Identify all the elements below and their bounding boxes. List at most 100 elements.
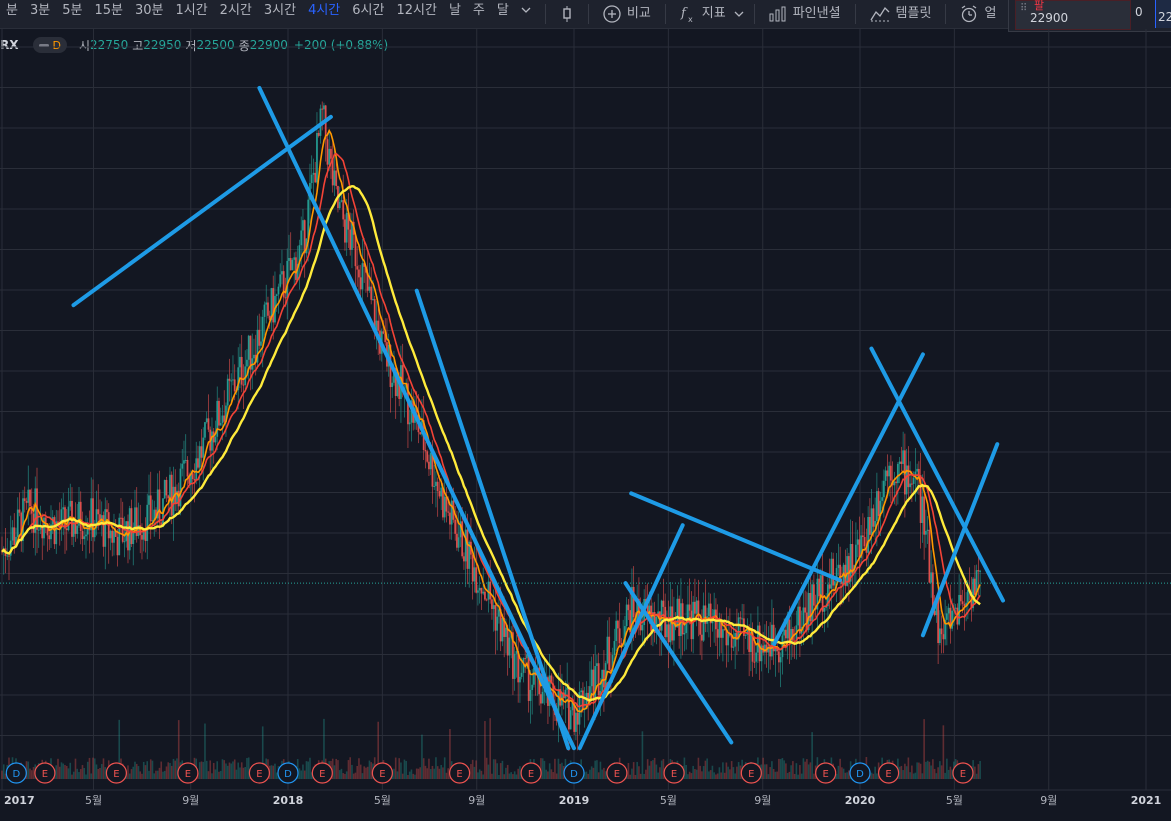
volume-bar — [302, 764, 304, 779]
volume-bar — [713, 772, 715, 779]
candle-body — [113, 531, 115, 543]
spread-value: 0 — [1135, 5, 1143, 19]
alert-button[interactable]: 얼 — [954, 0, 1002, 28]
candle-body — [958, 594, 961, 625]
candle-body — [232, 379, 234, 381]
timeframe-1[interactable]: 3분 — [24, 0, 56, 28]
trendline — [257, 85, 576, 751]
volume-bar — [410, 769, 413, 779]
timeframe-0[interactable]: 분 — [0, 0, 24, 28]
volume-bar — [205, 760, 208, 779]
volume-bar — [95, 764, 98, 779]
timeframe-12[interactable]: 주 — [467, 0, 491, 28]
volume-bar — [939, 761, 941, 779]
candle-body — [531, 684, 534, 690]
templates-button[interactable]: 템플릿 — [864, 0, 938, 28]
volume-bar — [274, 763, 276, 779]
volume-bar — [83, 767, 86, 779]
volume-bar — [804, 761, 806, 779]
candle-body — [942, 634, 945, 640]
chart-type-button[interactable] — [554, 0, 580, 28]
candle-body — [916, 468, 919, 472]
candle-body — [433, 485, 436, 487]
candle-body — [81, 530, 84, 540]
candle-body — [485, 599, 488, 601]
volume-bar — [335, 758, 338, 779]
candle-body — [868, 516, 871, 535]
indicators-button[interactable]: fx 지표 — [674, 0, 732, 28]
timeframe-6[interactable]: 2시간 — [214, 0, 258, 28]
volume-bar — [433, 768, 435, 779]
volume-bar — [846, 772, 848, 779]
volume-bar — [604, 771, 607, 779]
candle-body — [797, 606, 800, 626]
chevron-down-icon — [734, 11, 744, 17]
volume-bar — [512, 774, 514, 779]
candle-body — [331, 158, 334, 186]
time-axis-label: 5월 — [374, 794, 391, 807]
drag-handle-icon[interactable]: ⠿ — [1020, 4, 1027, 14]
candle-body — [200, 446, 203, 458]
candle-body — [39, 527, 42, 530]
candle-body — [540, 694, 542, 704]
candle-body — [828, 584, 831, 589]
candle-body — [680, 603, 682, 636]
volume-bar — [419, 767, 421, 779]
timeframe-13[interactable]: 달 — [491, 0, 515, 28]
timeframe-9[interactable]: 6시간 — [346, 0, 390, 28]
volume-bar — [1, 770, 3, 779]
candle-body — [219, 423, 222, 426]
price-chart[interactable]: D E E E E D E E E E D E E E E D E E 2017 5월 9월 2018 5월 9월 2019 5월… — [0, 29, 1171, 821]
candle-body — [351, 221, 353, 250]
volume-bar — [603, 767, 605, 779]
timeframe-7[interactable]: 3시간 — [258, 0, 302, 28]
volume-bar — [198, 762, 201, 779]
pine-button[interactable]: 파인낸셜 — [763, 0, 847, 28]
candle-body — [473, 567, 476, 582]
indicators-dropdown[interactable] — [732, 0, 746, 28]
volume-bar — [587, 773, 589, 779]
sell-quote-button[interactable]: ⠿ 팔 22900 — [1015, 0, 1131, 30]
timeframe-dropdown[interactable] — [515, 0, 537, 28]
candle-body — [777, 651, 780, 663]
timeframe-8[interactable]: 4시간 — [302, 0, 346, 28]
volume-bar — [907, 757, 910, 779]
candle-body — [954, 607, 957, 609]
volume-bar — [76, 768, 79, 779]
volume-bar — [349, 757, 352, 779]
candle-body — [41, 527, 44, 539]
volume-bar — [722, 762, 724, 779]
candle-body — [739, 617, 742, 619]
volume-bar — [78, 772, 80, 779]
candle-body — [148, 495, 150, 505]
candle-body — [424, 449, 427, 452]
timeframe-11[interactable]: 날 — [443, 0, 467, 28]
volume-bar — [876, 773, 878, 779]
volume-bar — [921, 773, 924, 779]
candle-body — [863, 536, 866, 547]
candle-body — [198, 446, 201, 468]
timeframe-5[interactable]: 1시간 — [169, 0, 213, 28]
timeframe-2[interactable]: 5분 — [56, 0, 88, 28]
candle-body — [97, 509, 100, 515]
volume-bar — [226, 765, 229, 779]
volume-bar — [904, 763, 906, 779]
candle-body — [596, 663, 598, 667]
candle-body — [568, 687, 570, 730]
candle-body — [286, 260, 289, 299]
candle-body — [734, 633, 737, 647]
candle-body — [945, 613, 948, 620]
timeframe-10[interactable]: 12시간 — [390, 0, 442, 28]
candle-body — [898, 461, 901, 464]
volume-bar — [396, 771, 399, 779]
timeframe-4[interactable]: 30분 — [129, 0, 170, 28]
volume-bar — [72, 771, 75, 779]
candle-body — [419, 432, 422, 435]
timeframe-3[interactable]: 15분 — [88, 0, 129, 28]
time-axis-label: 9월 — [182, 794, 199, 807]
volume-bar — [135, 763, 138, 779]
volume-bar — [478, 769, 481, 779]
compare-button[interactable]: 비교 — [597, 0, 657, 28]
volume-bar — [167, 762, 170, 779]
volume-bar — [165, 766, 168, 779]
